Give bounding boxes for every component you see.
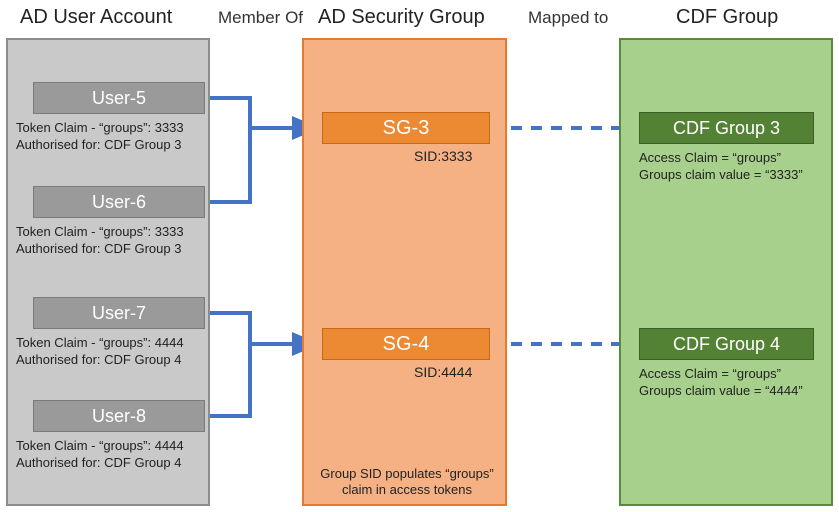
cdf-box-4: CDF Group 4 [639, 328, 814, 360]
panel-ad-security [302, 38, 507, 506]
user-box-8: User-8 [33, 400, 205, 432]
user-box-7: User-7 [33, 297, 205, 329]
header-ad-security: AD Security Group [318, 6, 485, 29]
header-ad-user: AD User Account [20, 6, 172, 29]
user8-token: Token Claim - “groups”: 4444 [16, 437, 214, 454]
user6-auth: Authorised for: CDF Group 3 [16, 240, 214, 257]
user-box-5: User-5 [33, 82, 205, 114]
header-cdf-group: CDF Group [676, 6, 778, 29]
sg3-sid: SID:3333 [414, 148, 472, 164]
cdf4-meta: Access Claim = “groups” Groups claim val… [639, 365, 839, 399]
user7-meta: Token Claim - “groups”: 4444 Authorised … [16, 334, 214, 368]
arrow-user5-sg3 [206, 98, 316, 128]
user6-token: Token Claim - “groups”: 3333 [16, 223, 214, 240]
user8-auth: Authorised for: CDF Group 4 [16, 454, 214, 471]
panel-cdf-group [619, 38, 833, 506]
user5-meta: Token Claim - “groups”: 3333 Authorised … [16, 119, 214, 153]
sg-box-3: SG-3 [322, 112, 490, 144]
cdf4-access: Access Claim = “groups” [639, 365, 839, 382]
orange-footer-note: Group SID populates “groups” claim in ac… [312, 466, 502, 498]
user6-meta: Token Claim - “groups”: 3333 Authorised … [16, 223, 214, 257]
label-member-of: Member Of [218, 8, 303, 28]
cdf3-value: Groups claim value = “3333” [639, 166, 839, 183]
sg-box-4: SG-4 [322, 328, 490, 360]
arrow-user7-sg4 [206, 313, 316, 344]
cdf-box-3: CDF Group 3 [639, 112, 814, 144]
user7-token: Token Claim - “groups”: 4444 [16, 334, 214, 351]
user7-auth: Authorised for: CDF Group 4 [16, 351, 214, 368]
user-box-6: User-6 [33, 186, 205, 218]
sg4-sid: SID:4444 [414, 364, 472, 380]
user8-meta: Token Claim - “groups”: 4444 Authorised … [16, 437, 214, 471]
user5-auth: Authorised for: CDF Group 3 [16, 136, 214, 153]
cdf3-access: Access Claim = “groups” [639, 149, 839, 166]
label-mapped-to: Mapped to [528, 8, 608, 28]
user5-token: Token Claim - “groups”: 3333 [16, 119, 214, 136]
cdf4-value: Groups claim value = “4444” [639, 382, 839, 399]
cdf3-meta: Access Claim = “groups” Groups claim val… [639, 149, 839, 183]
